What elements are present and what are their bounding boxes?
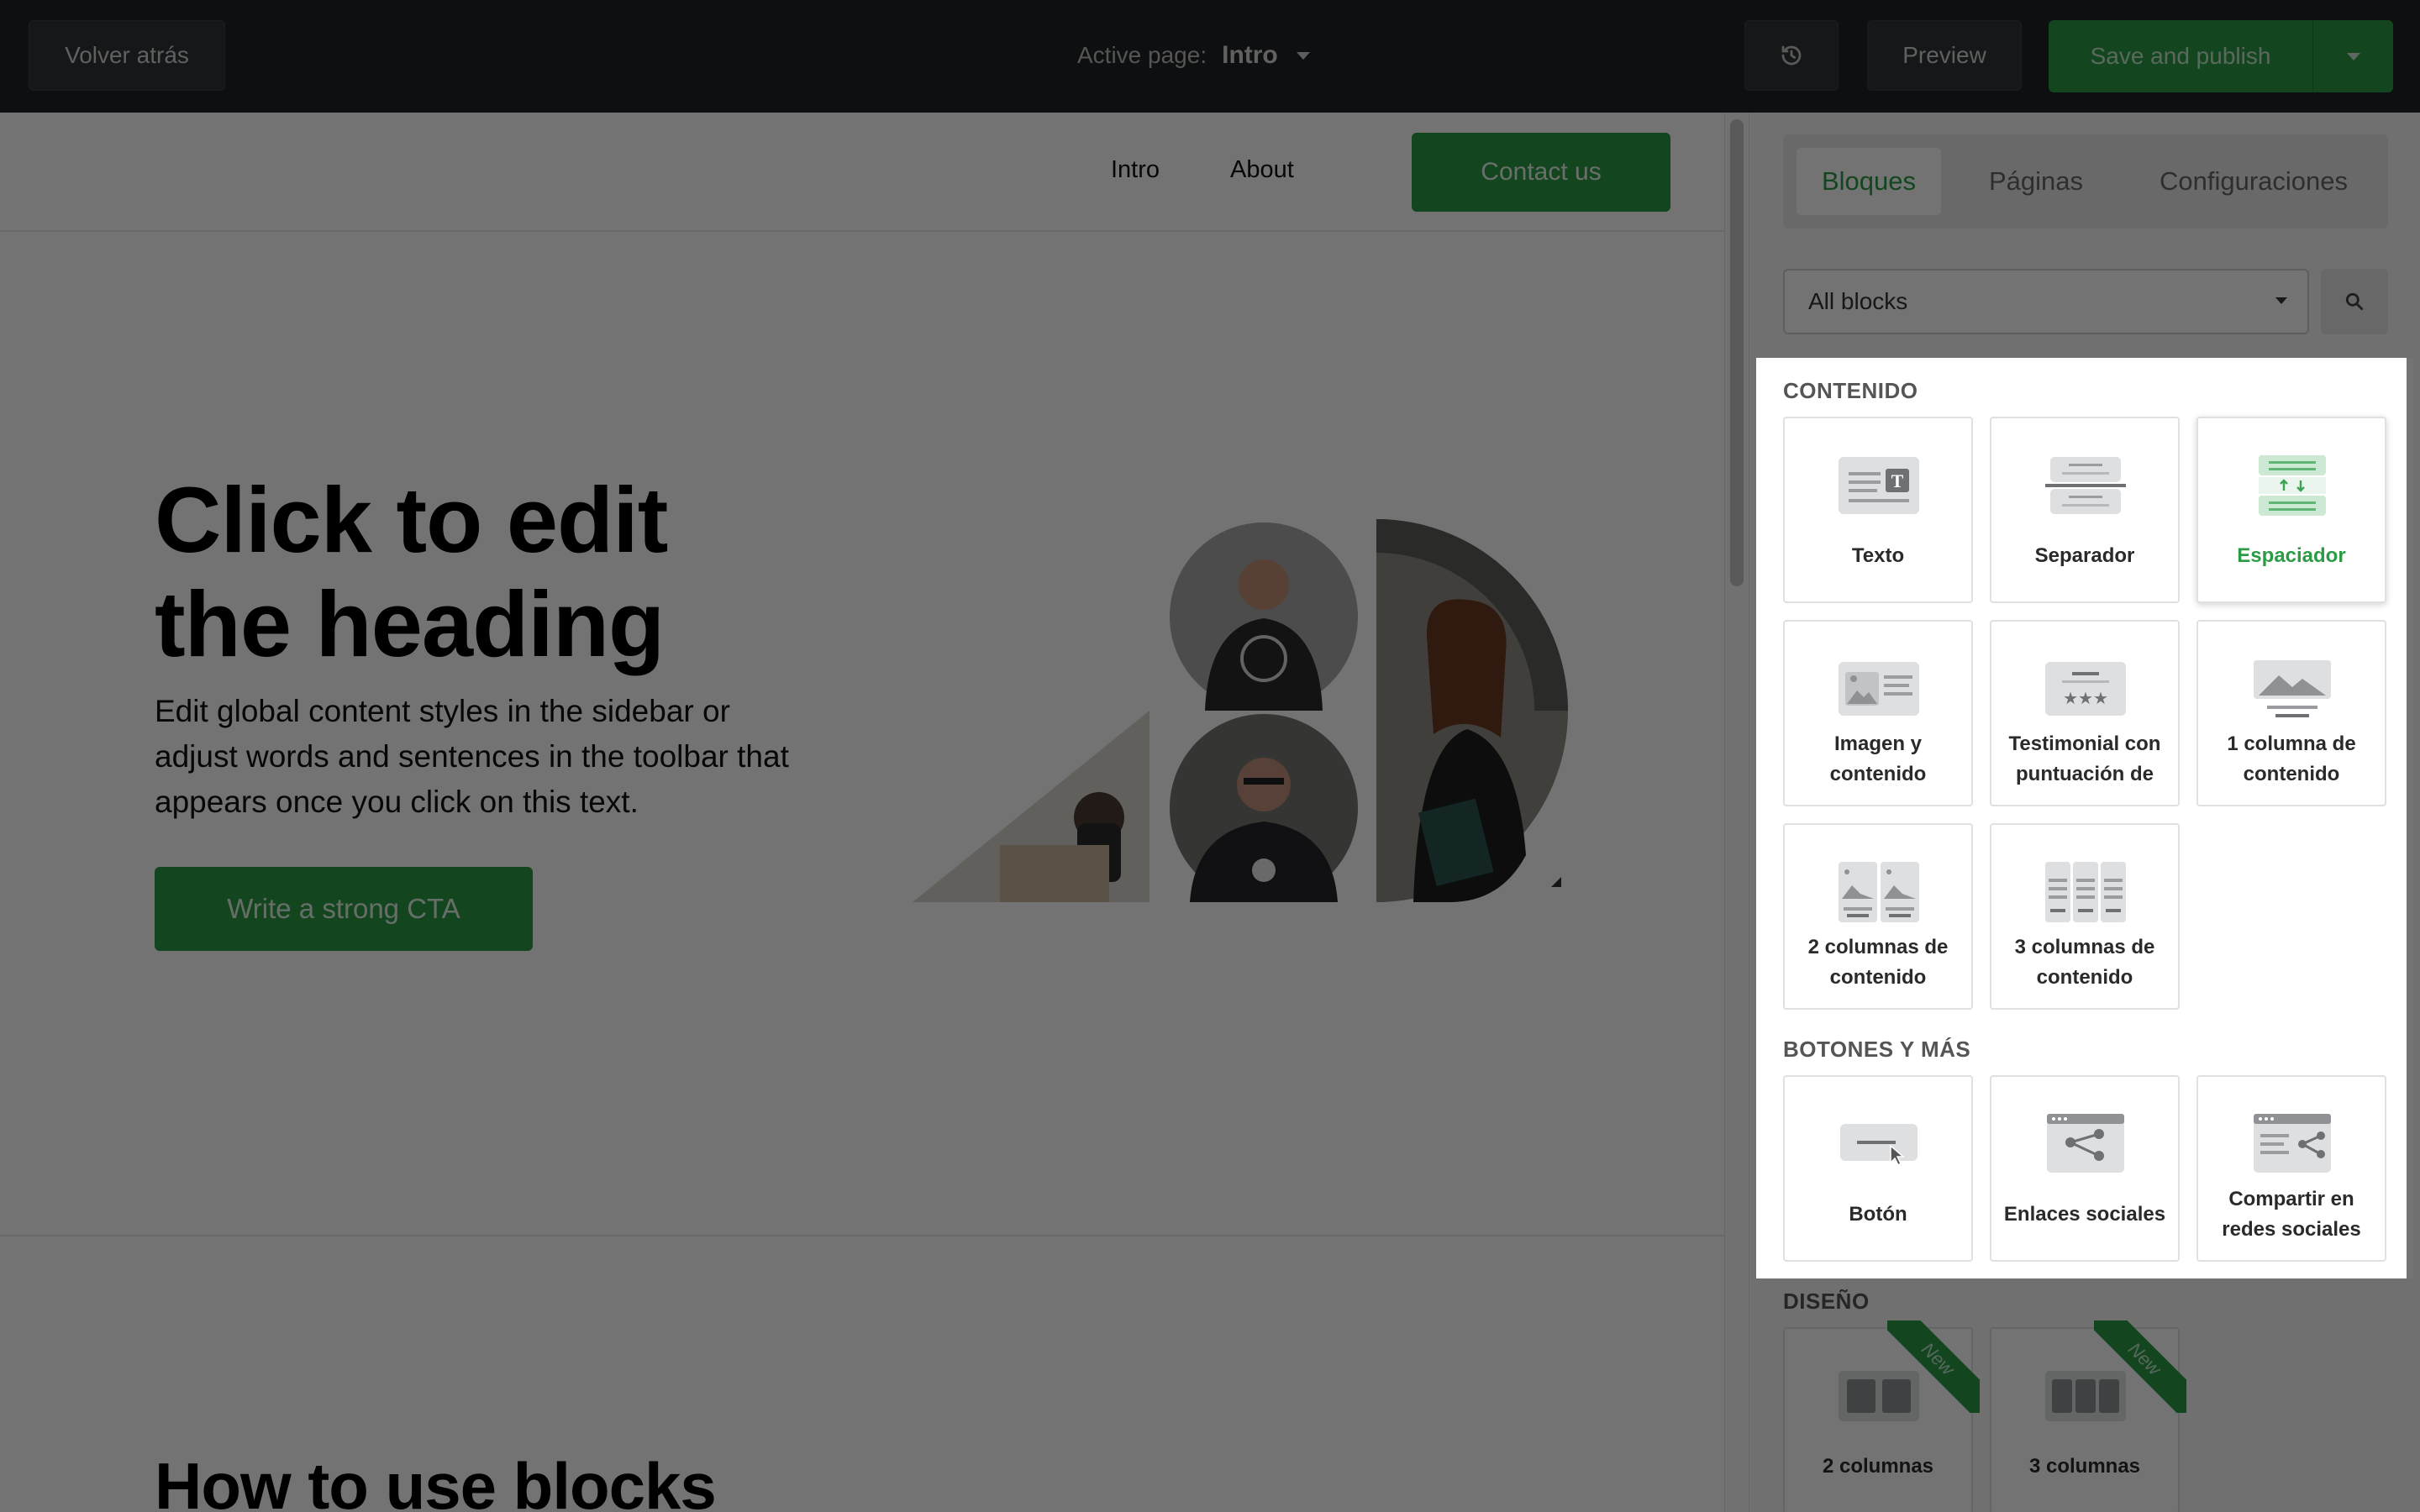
- canvas-scrollbar-thumb[interactable]: [1730, 119, 1744, 586]
- block-card-espaciador[interactable]: Espaciador: [2196, 417, 2386, 603]
- separator-block-icon: [2045, 457, 2126, 514]
- section-label-diseno: DISEÑO: [1783, 1289, 1870, 1314]
- back-button[interactable]: Volver atrás: [29, 20, 225, 91]
- hero-heading-line1: Click to edit: [155, 469, 668, 572]
- chevron-down-icon[interactable]: [1296, 51, 1310, 60]
- save-and-publish-button[interactable]: Save and publish: [2049, 20, 2312, 92]
- block-filter-select[interactable]: All blocks: [1783, 269, 2309, 334]
- block-label: 3 columnas: [2028, 1455, 2141, 1478]
- image-content-block-icon: [1839, 662, 1919, 716]
- block-card-3-columnas[interactable]: 3 columnas New: [1990, 1320, 2186, 1512]
- block-card-testimonial[interactable]: ★★★ Testimonial con puntuación de: [1990, 620, 2180, 806]
- block-card-2-columnas[interactable]: 2 columnas New: [1783, 1320, 1980, 1512]
- block-label: 1 columna de contenido: [2227, 732, 2356, 785]
- block-label: Espaciador: [2237, 544, 2346, 567]
- tab-paginas[interactable]: Páginas: [1956, 148, 2116, 215]
- hero-body-text[interactable]: Edit global content styles in the sideba…: [155, 689, 793, 825]
- block-label: Separador: [2034, 544, 2135, 567]
- block-label: 2 columnas: [1822, 1455, 1934, 1478]
- section2-heading[interactable]: How to use blocks: [155, 1448, 717, 1512]
- one-column-block-icon: [2254, 660, 2331, 717]
- block-card-texto[interactable]: T Texto: [1783, 417, 1973, 603]
- block-card-compartir-redes[interactable]: Compartir en redes sociales: [2196, 1075, 2386, 1262]
- active-page-selector[interactable]: Active page: Intro: [1077, 37, 1310, 74]
- chevron-down-icon: [2346, 52, 2360, 60]
- block-filter-value: All blocks: [1808, 288, 1908, 314]
- page-canvas[interactable]: Intro About Contact us Click to edit the…: [0, 113, 1724, 1512]
- publish-options-button[interactable]: [2312, 20, 2393, 92]
- new-badge: New: [1887, 1320, 1980, 1413]
- block-label: Compartir en redes sociales: [2222, 1188, 2361, 1241]
- hero-heading-line2: the heading: [155, 573, 665, 676]
- block-card-3-columnas-contenido[interactable]: 3 columnas de contenido: [1990, 823, 2180, 1010]
- block-search-button[interactable]: [2321, 269, 2388, 334]
- active-page-label: Active page:: [1077, 42, 1207, 68]
- block-card-2-columnas-contenido[interactable]: 2 columnas de contenido: [1783, 823, 1973, 1010]
- editor-topbar: Volver atrás Active page: Intro Preview …: [0, 0, 2420, 113]
- active-page-value[interactable]: Intro: [1222, 41, 1278, 70]
- chevron-down-icon: [2275, 297, 2287, 304]
- new-badge: New: [2094, 1320, 2186, 1413]
- sidebar-tabs: Bloques Páginas Configuraciones: [1783, 134, 2388, 228]
- block-card-1-columna[interactable]: 1 columna de contenido: [2196, 620, 2386, 806]
- history-button[interactable]: [1744, 20, 1839, 91]
- block-card-enlaces-sociales[interactable]: Enlaces sociales: [1990, 1075, 2180, 1262]
- block-label: Imagen y contenido: [1829, 732, 1927, 785]
- nav-link-intro[interactable]: Intro: [1111, 156, 1160, 184]
- block-card-imagen-contenido[interactable]: Imagen y contenido: [1783, 620, 1973, 806]
- section-label-botones: BOTONES Y MÁS: [1783, 1037, 1971, 1062]
- two-column-content-block-icon: [1839, 862, 1919, 922]
- block-label: Texto: [1851, 544, 1905, 567]
- hero-cta-button[interactable]: Write a strong CTA: [155, 867, 533, 951]
- section-divider: [0, 1235, 1724, 1236]
- spacer-block-icon: [2259, 455, 2326, 516]
- block-label: Botón: [1849, 1203, 1907, 1226]
- block-card-boton[interactable]: Botón: [1783, 1075, 1973, 1262]
- new-badge-label: New: [2094, 1320, 2186, 1413]
- svg-text:★★★: ★★★: [2063, 688, 2108, 708]
- new-badge-label: New: [1887, 1320, 1980, 1413]
- block-label: 2 columnas de contenido: [1807, 936, 1949, 989]
- text-block-icon: T: [1839, 457, 1919, 514]
- contact-us-button[interactable]: Contact us: [1412, 133, 1670, 212]
- blocks-sidebar: Bloques Páginas Configuraciones All bloc…: [1749, 113, 2420, 1512]
- preview-button[interactable]: Preview: [1867, 20, 2022, 91]
- block-card-separador[interactable]: Separador: [1990, 417, 2180, 603]
- block-label: Testimonial con puntuación de: [2008, 732, 2161, 785]
- site-navigation: Intro About Contact us: [0, 113, 1724, 232]
- tab-configuraciones[interactable]: Configuraciones: [2128, 148, 2380, 215]
- testimonial-rating-block-icon: ★★★: [2045, 662, 2126, 716]
- hero-photo-collage[interactable]: [913, 519, 1568, 902]
- social-share-block-icon: [2254, 1114, 2331, 1173]
- button-block-icon: [1840, 1124, 1918, 1167]
- history-icon: [1781, 45, 1802, 66]
- tab-bloques[interactable]: Bloques: [1797, 148, 1941, 215]
- three-column-content-block-icon: [2045, 862, 2126, 922]
- social-links-block-icon: [2047, 1114, 2124, 1173]
- block-label: 3 columnas de contenido: [2014, 936, 2155, 989]
- section-label-contenido: CONTENIDO: [1783, 378, 1918, 403]
- canvas-scrollbar[interactable]: [1724, 113, 1749, 1512]
- hero-heading[interactable]: Click to edit the heading: [155, 469, 911, 677]
- search-icon: [2345, 292, 2364, 311]
- nav-link-about[interactable]: About: [1230, 156, 1294, 184]
- block-label: Enlaces sociales: [2003, 1203, 2166, 1226]
- svg-text:T: T: [1891, 470, 1904, 491]
